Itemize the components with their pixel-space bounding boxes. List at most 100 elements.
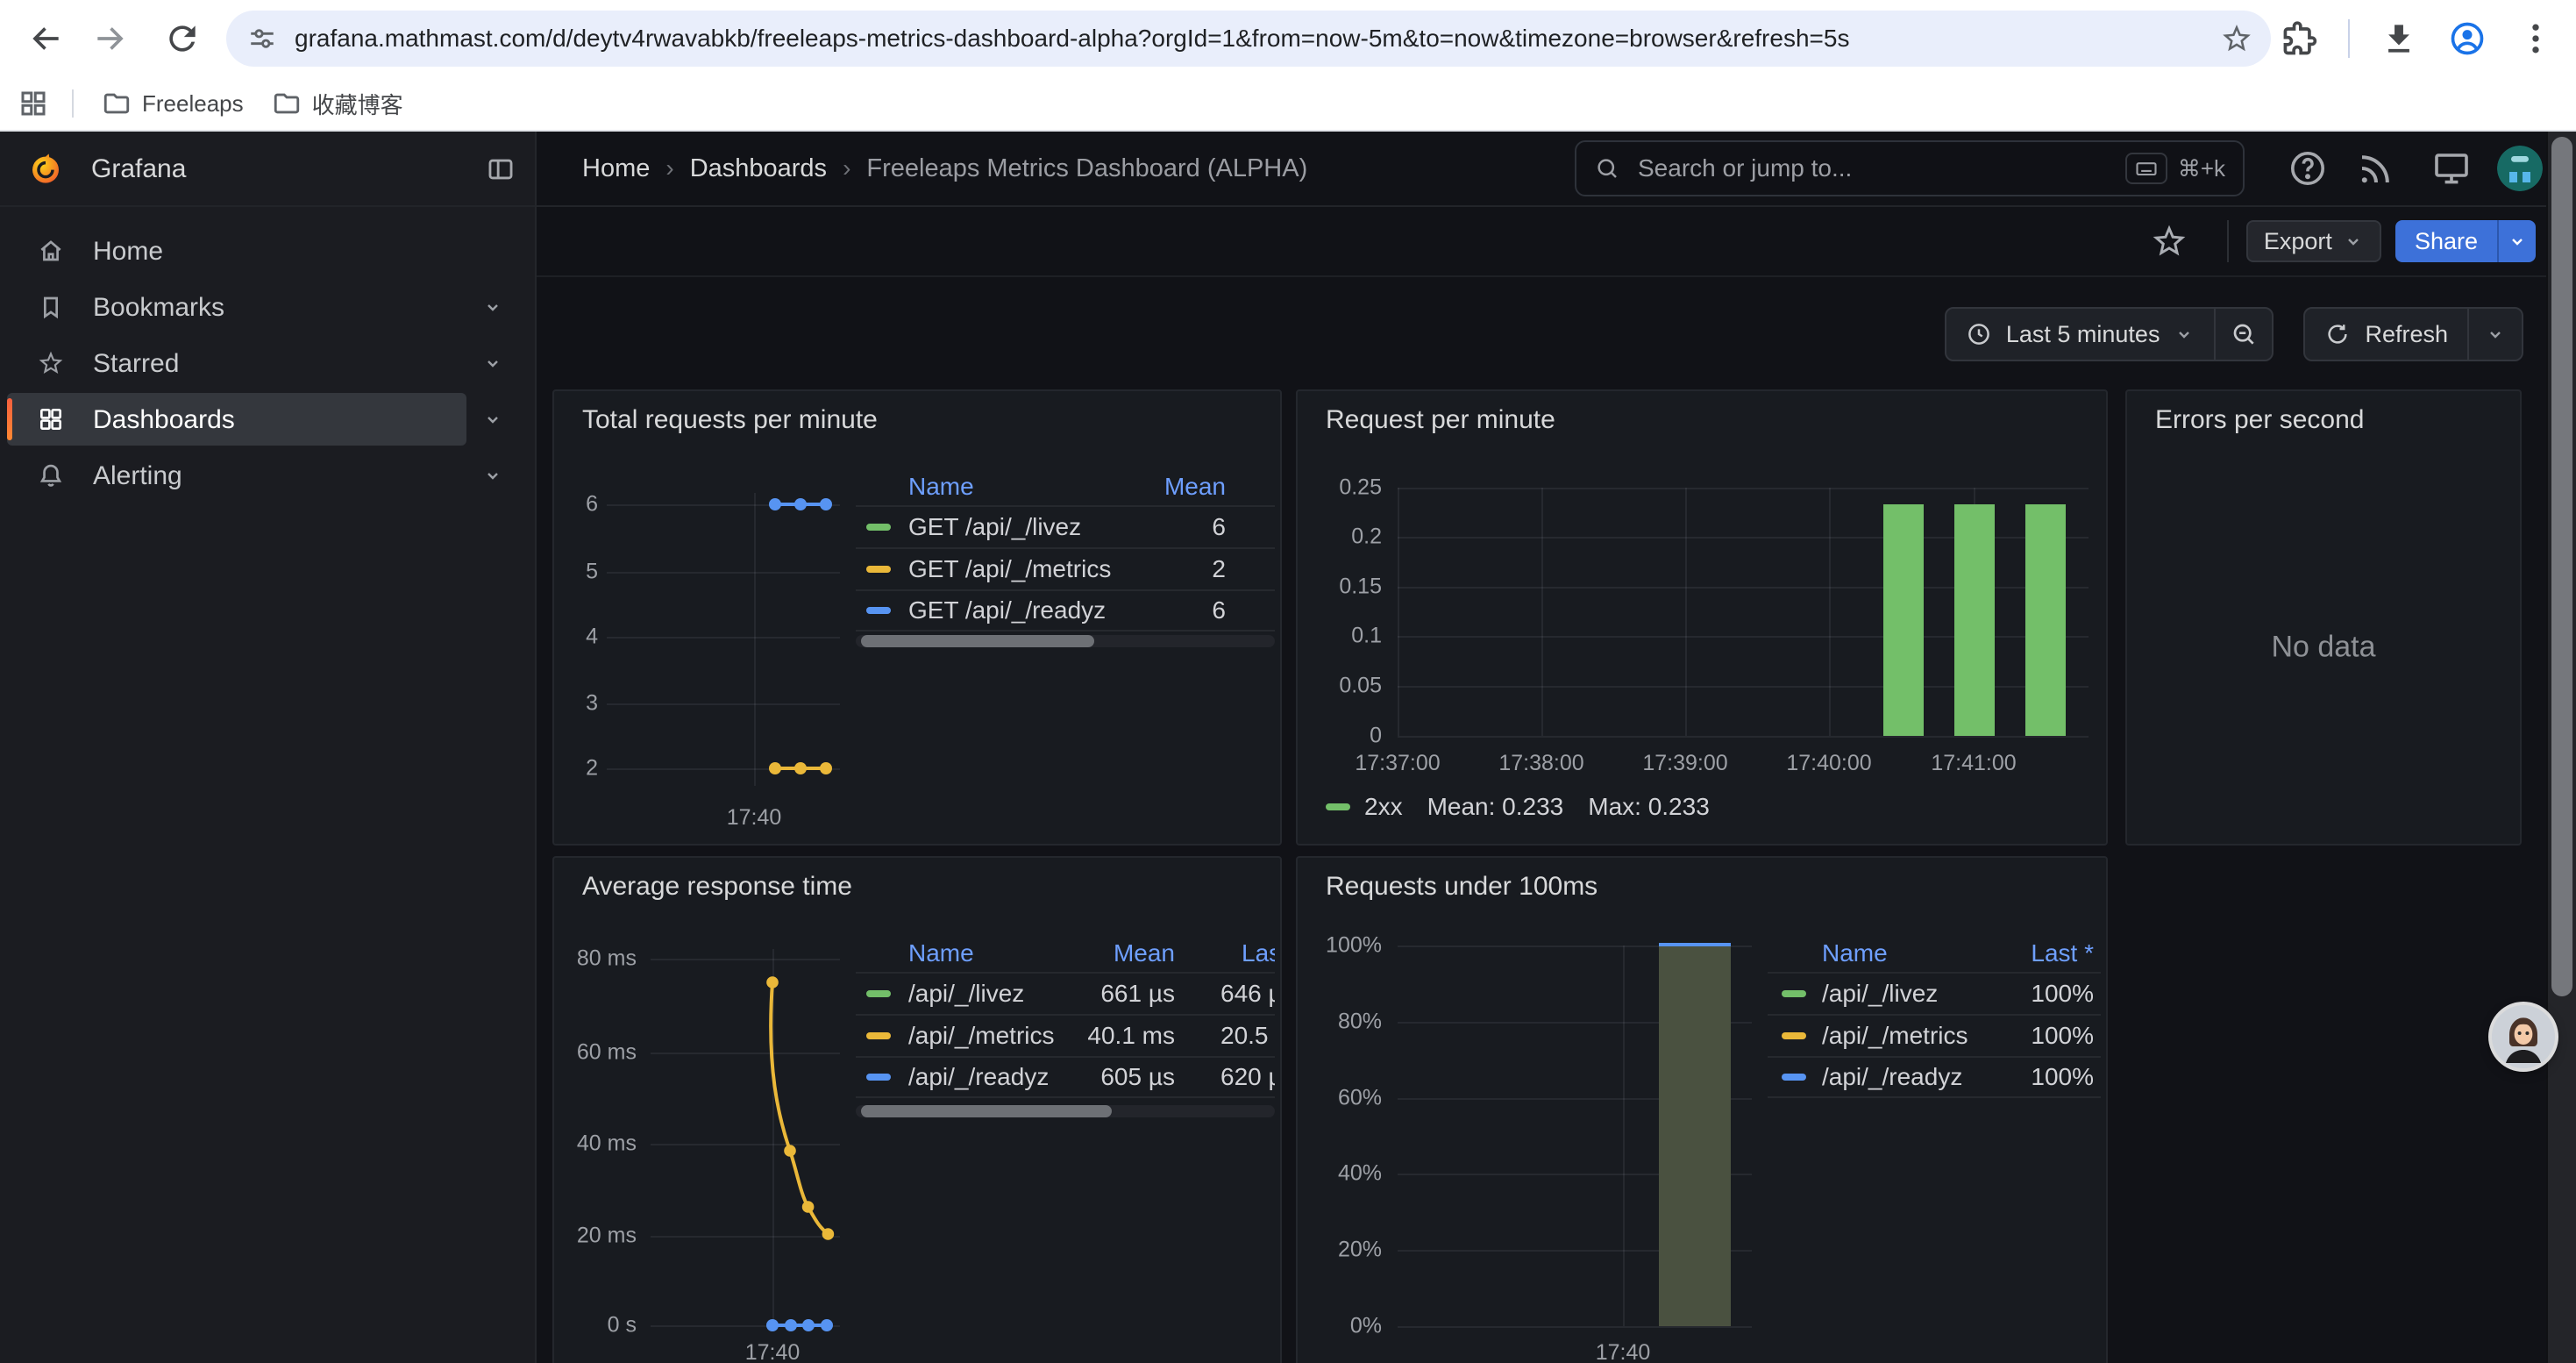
export-button[interactable]: Export — [2246, 220, 2381, 262]
breadcrumb-home[interactable]: Home — [582, 154, 650, 183]
legend-header: Name Mean Last * — [856, 935, 1275, 972]
news-rss-icon[interactable] — [2355, 147, 2397, 189]
legend-header-last[interactable]: Last * — [2031, 939, 2094, 967]
bookmark-star-icon[interactable] — [2220, 22, 2253, 55]
zoom-out-button[interactable] — [2216, 309, 2272, 360]
legend-header-name[interactable]: Name — [908, 473, 974, 501]
grafana-logo[interactable] — [28, 151, 63, 186]
bookmark-folder-freeleaps[interactable]: Freeleaps — [102, 89, 244, 118]
refresh-button[interactable]: Refresh — [2305, 309, 2467, 360]
panel-title[interactable]: Total requests per minute — [582, 405, 878, 435]
legend-series-name[interactable]: GET /api/_/metrics — [908, 555, 1111, 583]
gridline — [1685, 488, 1687, 736]
url-bar[interactable]: grafana.mathmast.com/d/deytv4rwavabkb/fr… — [226, 11, 2271, 67]
bookmark-folder-blogs[interactable]: 收藏博客 — [272, 88, 403, 120]
panel-title[interactable]: Average response time — [582, 872, 852, 902]
gridline — [1398, 1326, 1752, 1328]
bookmarks-bar: Freeleaps 收藏博客 — [0, 77, 2576, 132]
back-icon[interactable] — [26, 19, 65, 58]
sidebar-item-home[interactable]: Home — [7, 225, 466, 277]
legend-mean: Mean: 0.233 — [1427, 793, 1564, 821]
sidebar-logo-row: Grafana — [0, 132, 535, 207]
brand-name[interactable]: Grafana — [91, 154, 186, 184]
sidebar-item-alerting[interactable]: Alerting — [7, 449, 466, 502]
legend-series-name[interactable]: /api/_/metrics — [1822, 1022, 1968, 1050]
legend-series-name[interactable]: /api/_/metrics — [908, 1022, 1055, 1050]
page-scrollbar-thumb[interactable] — [2551, 137, 2572, 996]
panel-title[interactable]: Errors per second — [2155, 405, 2364, 435]
y-tick: 3 — [554, 690, 598, 716]
time-range-picker[interactable]: Last 5 minutes — [1946, 309, 2215, 360]
legend-series-name[interactable]: /api/_/livez — [908, 980, 1024, 1008]
chevron-down-icon[interactable] — [482, 296, 503, 318]
help-icon[interactable] — [2287, 147, 2329, 189]
search-input[interactable] — [1634, 153, 2125, 184]
favorite-star-icon[interactable] — [2150, 222, 2188, 260]
profile-icon[interactable] — [2448, 19, 2487, 58]
legend-series-name[interactable]: 2xx — [1364, 793, 1403, 821]
y-tick: 0% — [1298, 1314, 1382, 1339]
extensions-icon[interactable] — [2280, 19, 2318, 58]
x-tick: 17:41:00 — [1931, 751, 2016, 776]
menu-kebab-icon[interactable] — [2516, 19, 2555, 58]
panel-title[interactable]: Request per minute — [1326, 405, 1555, 435]
series-color-pill — [1782, 990, 1806, 997]
sidebar-toggle-icon[interactable] — [486, 154, 516, 184]
y-tick: 40% — [1298, 1161, 1382, 1187]
alerting-bell-icon — [37, 461, 65, 489]
share-button[interactable]: Share — [2395, 220, 2497, 262]
monitor-icon[interactable] — [2430, 147, 2473, 189]
site-settings-icon[interactable] — [247, 24, 277, 54]
y-tick: 20% — [1298, 1238, 1382, 1263]
legend-header-name[interactable]: Name — [908, 939, 974, 967]
x-tick: 17:40 — [745, 1340, 801, 1363]
legend-mean-value: 40.1 ms — [1087, 1022, 1175, 1050]
breadcrumb-dashboards[interactable]: Dashboards — [690, 154, 827, 183]
forward-icon[interactable] — [91, 19, 130, 58]
url-text[interactable]: grafana.mathmast.com/d/deytv4rwavabkb/fr… — [295, 25, 2220, 53]
refresh-interval-button[interactable] — [2469, 309, 2522, 360]
legend-mean-value: 6 — [1212, 596, 1226, 624]
sidebar-item-label: Dashboards — [93, 405, 235, 435]
scrollbar-thumb[interactable] — [861, 1105, 1112, 1117]
export-label: Export — [2264, 228, 2332, 255]
chevron-down-icon[interactable] — [482, 465, 503, 486]
panel-title[interactable]: Requests under 100ms — [1326, 872, 1598, 902]
reload-icon[interactable] — [163, 19, 202, 58]
y-tick: 60 ms — [554, 1040, 637, 1066]
share-button-group: Share — [2395, 220, 2536, 262]
download-icon[interactable] — [2380, 19, 2418, 58]
legend-series-name[interactable]: GET /api/_/livez — [908, 513, 1081, 541]
chevron-down-icon[interactable] — [482, 409, 503, 430]
sidebar-item-bookmarks[interactable]: Bookmarks — [7, 281, 466, 333]
search-icon — [1594, 155, 1620, 182]
legend-series-name[interactable]: /api/_/readyz — [908, 1063, 1049, 1091]
scrollbar-thumb[interactable] — [861, 635, 1094, 647]
user-avatar[interactable] — [2497, 146, 2543, 191]
refresh-icon — [2324, 321, 2351, 347]
legend-header-name[interactable]: Name — [1822, 939, 1888, 967]
chevron-down-icon — [2485, 324, 2506, 345]
assistant-avatar[interactable] — [2492, 1005, 2555, 1068]
legend-header-mean[interactable]: Mean — [1164, 473, 1226, 501]
sidebar-item-starred[interactable]: Starred — [7, 337, 466, 389]
legend-series-name[interactable]: /api/_/readyz — [1822, 1063, 1962, 1091]
share-menu-button[interactable] — [2497, 220, 2536, 262]
legend-header-last[interactable]: Last * — [1242, 939, 1275, 967]
bar-2xx — [2025, 504, 2066, 736]
legend-series-name[interactable]: /api/_/livez — [1822, 980, 1938, 1008]
sidebar-item-dashboards[interactable]: Dashboards — [7, 393, 466, 446]
x-tick: 17:40 — [1596, 1340, 1651, 1363]
legend-table: Name Mean GET /api/_/livez 6 GET /api/_/… — [856, 468, 1275, 632]
sidebar: Grafana Home Bookmarks Starred Dashboar — [0, 132, 537, 1363]
legend-header-mean[interactable]: Mean — [1114, 939, 1175, 967]
search-box[interactable]: ⌘+k — [1575, 140, 2245, 196]
sidebar-item-label: Alerting — [93, 461, 182, 491]
x-tick: 17:39:00 — [1642, 751, 1727, 776]
legend-series-name[interactable]: GET /api/_/readyz — [908, 596, 1106, 624]
apps-grid-icon[interactable] — [18, 88, 49, 119]
data-point — [794, 762, 807, 774]
legend-mean-value: 6 — [1212, 513, 1226, 541]
gridline — [754, 493, 756, 786]
chevron-down-icon[interactable] — [482, 353, 503, 374]
